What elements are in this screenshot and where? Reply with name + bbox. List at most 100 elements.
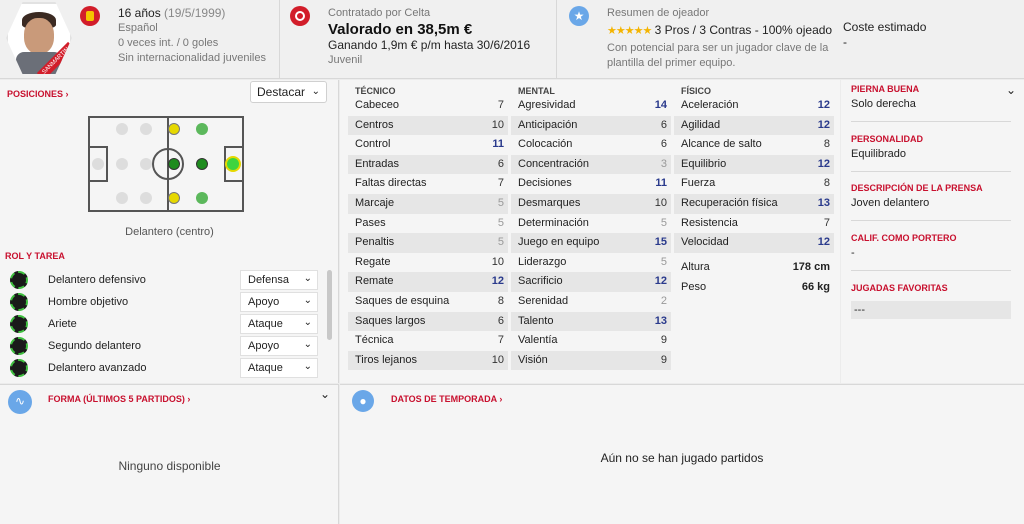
position-dot xyxy=(140,158,152,170)
attribute-value: 15 xyxy=(654,236,667,249)
position-dot xyxy=(168,192,180,204)
season-title[interactable]: DATOS DE TEMPORADA › xyxy=(391,394,502,404)
attribute-row[interactable]: Remate 12 xyxy=(348,272,508,292)
football-icon: ● xyxy=(352,390,374,412)
attribute-value: 11 xyxy=(492,138,504,151)
chevron-down-icon[interactable]: ⌄ xyxy=(320,387,330,401)
position-dot xyxy=(116,192,128,204)
attribute-name: Decisiones xyxy=(518,177,572,190)
attributes-panel: TÉCNICO Cabeceo 7 Centros 10 Control 11 Entrad… xyxy=(340,80,840,383)
contract-icon xyxy=(290,6,310,26)
duty-select[interactable]: Apoyo ⌄ xyxy=(240,292,318,312)
role-row[interactable]: Segundo delantero Apoyo ⌄ xyxy=(10,335,320,357)
attribute-row[interactable]: Aceleración 12 xyxy=(674,96,834,116)
attribute-row[interactable]: Penaltis 5 xyxy=(348,233,508,253)
attribute-value: 12 xyxy=(817,157,830,170)
attribute-value: 6 xyxy=(660,118,667,131)
attribute-value: 12 xyxy=(654,275,667,288)
attribute-row[interactable]: Serenidad 2 xyxy=(511,292,671,312)
attribute-row[interactable]: Técnica 7 xyxy=(348,331,508,351)
attribute-value: 10 xyxy=(491,118,504,131)
role-name: Hombre objetivo xyxy=(48,296,129,308)
squad-status: Juvenil xyxy=(328,54,363,66)
position-dot xyxy=(168,158,180,170)
duty-select[interactable]: Apoyo ⌄ xyxy=(240,336,318,356)
attribute-row[interactable]: Equilibrio 12 xyxy=(674,154,834,175)
attribute-row[interactable]: Saques largos 6 xyxy=(348,311,508,332)
attribute-row[interactable]: Liderazgo 5 xyxy=(511,253,671,273)
highlight-select[interactable]: Destacar ⌄ xyxy=(250,81,327,103)
role-row[interactable]: Delantero defensivo Defensa ⌄ xyxy=(10,269,320,291)
attribute-row[interactable]: Determinación 5 xyxy=(511,214,671,234)
attribute-row[interactable]: Pases 5 xyxy=(348,214,508,234)
attribute-row[interactable]: Tiros lejanos 10 xyxy=(348,350,508,371)
form-title[interactable]: FORMA (ÚLTIMOS 5 PARTIDOS) › xyxy=(48,394,190,404)
attribute-name: Técnica xyxy=(355,334,394,347)
attribute-row[interactable]: Resistencia 7 xyxy=(674,214,834,234)
attribute-value: 12 xyxy=(817,118,830,131)
attribute-row[interactable]: Control 11 xyxy=(348,135,508,155)
attribute-row[interactable]: Velocidad 12 xyxy=(674,233,834,253)
role-row[interactable]: Hombre objetivo Apoyo ⌄ xyxy=(10,291,320,313)
attribute-row[interactable]: Faltas directas 7 xyxy=(348,174,508,194)
duty-select[interactable]: Defensa ⌄ xyxy=(240,270,318,290)
attribute-row[interactable]: Cabeceo 7 xyxy=(348,96,508,116)
attribute-row[interactable]: Agilidad 12 xyxy=(674,115,834,136)
attribute-value: 12 xyxy=(817,99,830,111)
attribute-row[interactable]: Saques de esquina 8 xyxy=(348,292,508,312)
technical-title: TÉCNICO xyxy=(355,86,396,96)
attribute-name: Desmarques xyxy=(518,196,581,209)
role-icon xyxy=(10,359,28,377)
role-title: ROL Y TAREA xyxy=(5,251,65,261)
scout-summary[interactable]: 3 Pros / 3 Contras - 100% ojeado xyxy=(655,23,832,37)
attribute-row[interactable]: Juego en equipo 15 xyxy=(511,233,671,253)
role-row[interactable]: Delantero avanzado Ataque ⌄ xyxy=(10,357,320,379)
role-row[interactable]: Ariete Ataque ⌄ xyxy=(10,313,320,335)
attribute-name: Colocación xyxy=(518,138,573,151)
position-dot xyxy=(196,192,208,204)
attribute-name: Saques largos xyxy=(355,314,426,327)
role-scrollbar[interactable] xyxy=(327,270,332,340)
position-dot xyxy=(116,123,128,135)
attribute-row[interactable]: Sacrificio 12 xyxy=(511,272,671,292)
caps: 0 veces int. / 0 goles xyxy=(118,37,219,49)
attribute-row[interactable]: Anticipación 6 xyxy=(511,115,671,136)
attribute-value: 5 xyxy=(660,216,667,229)
form-empty: Ninguno disponible xyxy=(118,459,221,473)
duty-select[interactable]: Ataque ⌄ xyxy=(240,314,318,334)
attribute-row[interactable]: Talento 13 xyxy=(511,311,671,332)
attribute-row[interactable]: Colocación 6 xyxy=(511,135,671,155)
moves-value: --- xyxy=(851,301,1011,319)
positions-title[interactable]: POSICIONES › xyxy=(7,89,69,99)
height-row: Altura 178 cm xyxy=(674,261,834,281)
press-value: Joven delantero xyxy=(851,197,930,209)
attribute-row[interactable]: Regate 10 xyxy=(348,253,508,273)
info-panel: ⌄ PIERNA BUENA Solo derecha PERSONALIDAD… xyxy=(841,80,1024,383)
attribute-row[interactable]: Valentía 9 xyxy=(511,331,671,351)
position-dot xyxy=(92,158,104,170)
attribute-value: 7 xyxy=(497,334,504,347)
attribute-row[interactable]: Desmarques 10 xyxy=(511,193,671,214)
attribute-name: Resistencia xyxy=(681,216,738,229)
attribute-row[interactable]: Visión 9 xyxy=(511,350,671,371)
position-dot xyxy=(196,123,208,135)
scout-note: Con potencial para ser un jugador clave … xyxy=(607,42,829,69)
attribute-name: Centros xyxy=(355,118,394,131)
attribute-row[interactable]: Recuperación física 13 xyxy=(674,193,834,214)
attribute-row[interactable]: Fuerza 8 xyxy=(674,174,834,194)
attribute-row[interactable]: Entradas 6 xyxy=(348,154,508,175)
attribute-row[interactable]: Marcaje 5 xyxy=(348,193,508,214)
attribute-row[interactable]: Decisiones 11 xyxy=(511,174,671,194)
attribute-name: Velocidad xyxy=(681,236,729,249)
attribute-value: 3 xyxy=(660,157,667,170)
press-label: DESCRIPCIÓN DE LA PRENSA xyxy=(851,183,983,193)
attribute-row[interactable]: Centros 10 xyxy=(348,115,508,136)
attribute-row[interactable]: Alcance de salto 8 xyxy=(674,135,834,155)
attribute-row[interactable]: Concentración 3 xyxy=(511,154,671,175)
preferred-foot: PIERNA BUENA Solo derecha xyxy=(851,84,1011,122)
attribute-name: Visión xyxy=(518,353,548,366)
attribute-name: Concentración xyxy=(518,157,589,170)
duty-select[interactable]: Ataque ⌄ xyxy=(240,358,318,378)
attribute-row[interactable]: Agresividad 14 xyxy=(511,96,671,116)
attribute-value: 6 xyxy=(497,157,504,170)
